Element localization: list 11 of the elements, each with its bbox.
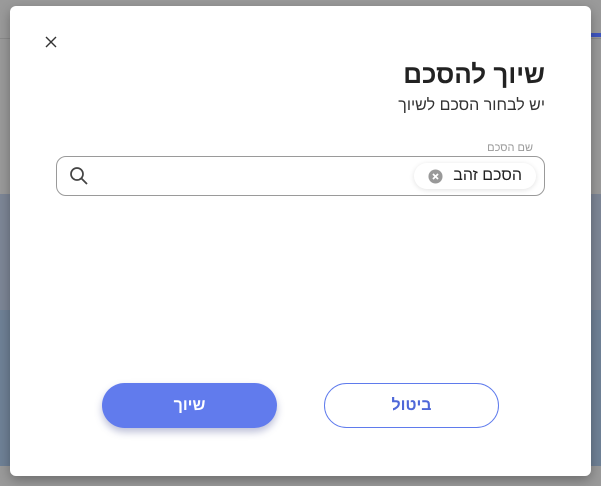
close-button[interactable] [43, 34, 59, 50]
agreement-chip[interactable]: הסכם זהב [414, 163, 536, 189]
dialog-subtitle: יש לבחור הסכם לשיוך [398, 96, 545, 116]
search-icon[interactable] [69, 166, 89, 186]
dialog-title: שיוך להסכם [403, 58, 545, 90]
agreement-field[interactable]: הסכם זהב [56, 156, 545, 196]
cancel-button[interactable]: ביטול [324, 383, 499, 428]
field-label: שם הסכם [487, 142, 533, 155]
close-icon [45, 36, 57, 48]
remove-icon[interactable] [428, 168, 444, 184]
assign-button[interactable]: שיוך [102, 383, 277, 428]
